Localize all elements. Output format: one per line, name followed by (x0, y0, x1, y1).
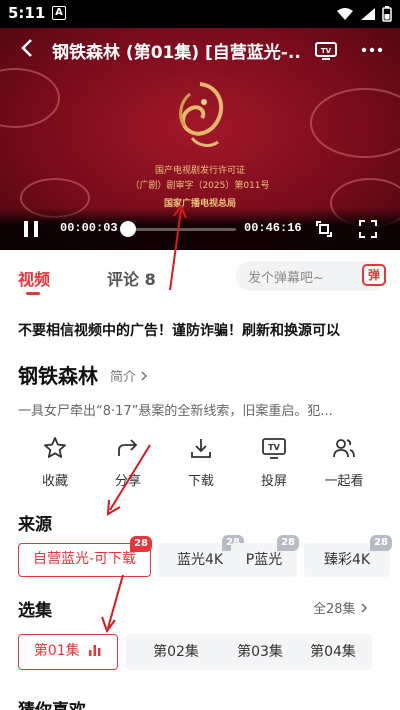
show-title: 钢铁森林 (18, 364, 98, 388)
tv-cast-icon: TV (262, 438, 286, 459)
signal-icon (361, 8, 375, 20)
episode-item[interactable]: 第01集 (18, 634, 118, 670)
source-name: 臻彩4K (323, 552, 371, 568)
svg-text:TV: TV (268, 443, 280, 452)
watch-together-label: 一起看 (324, 474, 364, 489)
download-label: 下载 (187, 474, 214, 489)
status-icons (336, 6, 392, 22)
player-title: 钢铁森林 (第01集) [自营蓝光-... (52, 43, 302, 63)
episode-label: 第03集 (237, 644, 283, 660)
source-name: P蓝光 (245, 552, 283, 568)
star-icon (44, 437, 66, 458)
show-description: 一具女尸牵出“8·17”悬案的全新线索，旧案重启。犯... (18, 404, 333, 419)
share-icon (118, 439, 138, 456)
tab-active-indicator (26, 292, 40, 295)
download-button[interactable]: 下载 (171, 436, 231, 489)
download-icon (191, 439, 211, 458)
fullscreen-icon[interactable] (358, 219, 378, 239)
tab-comments[interactable]: 评论 8 (107, 266, 156, 290)
notification-icon: A (52, 6, 66, 20)
all-episodes-link[interactable]: 全28集 (313, 598, 368, 617)
episode-label: 第02集 (153, 644, 199, 660)
annotation-arrowhead (101, 616, 116, 634)
decor-cloud (0, 68, 60, 128)
source-name: 自营蓝光-可下载 (32, 551, 137, 567)
tab-video[interactable]: 视频 (18, 266, 50, 290)
danmu-toggle-button[interactable]: 弹 (362, 264, 386, 286)
episode-label: 第01集 (33, 643, 80, 659)
license-title: 国产电视剧发行许可证 (154, 166, 245, 176)
chevron-right-icon (361, 603, 367, 613)
battery-icon (382, 6, 392, 22)
pause-icon[interactable] (22, 220, 40, 238)
favorite-label: 收藏 (41, 474, 68, 489)
chevron-right-icon (141, 371, 148, 381)
duration: 00:46:16 (244, 221, 302, 235)
tv-cast-icon[interactable]: TV (314, 40, 338, 60)
warning-text: 不要相信视频中的广告！谨防诈骗！刷新和换源可以 (18, 323, 340, 339)
player-controls: 00:00:03 00:46:16 (0, 208, 400, 250)
source-item[interactable]: 臻彩4K 28 (304, 535, 392, 577)
progress-track[interactable] (126, 228, 236, 231)
status-time: 5:11 (8, 4, 46, 22)
current-time: 00:00:03 (60, 221, 118, 235)
source-item[interactable]: 蓝光4K 28 (158, 535, 244, 577)
users-icon (333, 439, 355, 458)
sources-label: 来源 (18, 515, 52, 535)
more-icon[interactable] (360, 40, 384, 60)
decor-cloud (310, 88, 400, 158)
source-name: 蓝光4K (176, 552, 224, 568)
annotation-arrowhead (106, 499, 121, 516)
source-list: 自营蓝光-可下载 28 蓝光4K 28 P蓝光 28 臻彩4K 28 (18, 535, 400, 580)
cast-button[interactable]: TV 投屏 (244, 436, 304, 489)
rotate-screen-icon[interactable] (314, 219, 334, 239)
episode-count-badge: 28 (370, 535, 392, 551)
episode-count-badge: 28 (130, 536, 152, 552)
back-arrow-icon[interactable] (20, 38, 34, 58)
annotation-arrow (107, 574, 124, 629)
playing-bars-icon (89, 645, 101, 656)
warning-marquee: 不要相信视频中的广告！谨防诈骗！刷新和换源可以 (0, 318, 400, 340)
gold-emblem-logo (179, 82, 224, 147)
all-episodes-label: 全28集 (313, 602, 356, 617)
episode-label: 第04集 (310, 644, 356, 660)
watch-together-button[interactable]: 一起看 (314, 436, 374, 489)
recommend-heading: 猜你喜欢 (18, 696, 86, 710)
cast-label: 投屏 (260, 474, 287, 489)
player-top-bar: 钢铁森林 (第01集) [自营蓝光-... TV (0, 28, 400, 70)
episode-count-badge: 28 (277, 535, 299, 551)
status-bar: 5:11 A (0, 0, 400, 28)
episode-item[interactable]: 第04集 (294, 634, 372, 670)
source-item[interactable]: 自营蓝光-可下载 28 (18, 536, 152, 577)
danmu-placeholder: 发个弹幕吧~ (248, 271, 324, 286)
action-row: 收藏 分享 下载 TV 投屏 一起看 (0, 436, 400, 492)
svg-text:TV: TV (321, 47, 332, 55)
share-button[interactable]: 分享 (98, 436, 158, 489)
share-label: 分享 (114, 474, 141, 489)
license-number: （广剧）剧审字（2025）第011号 (130, 181, 270, 191)
progress-thumb[interactable] (120, 221, 136, 237)
content-tabs: 视频 评论 8 发个弹幕吧~ 弹 (0, 250, 400, 302)
favorite-button[interactable]: 收藏 (25, 436, 85, 489)
wifi-icon (337, 8, 353, 20)
episodes-label: 选集 (18, 601, 52, 621)
intro-link[interactable]: 简介 (110, 366, 148, 385)
intro-label: 简介 (110, 370, 137, 385)
video-player[interactable]: 钢铁森林 (第01集) [自营蓝光-... TV 国产电视剧发行许可证 （广剧）… (0, 28, 400, 250)
source-item[interactable]: P蓝光 28 (231, 535, 299, 577)
